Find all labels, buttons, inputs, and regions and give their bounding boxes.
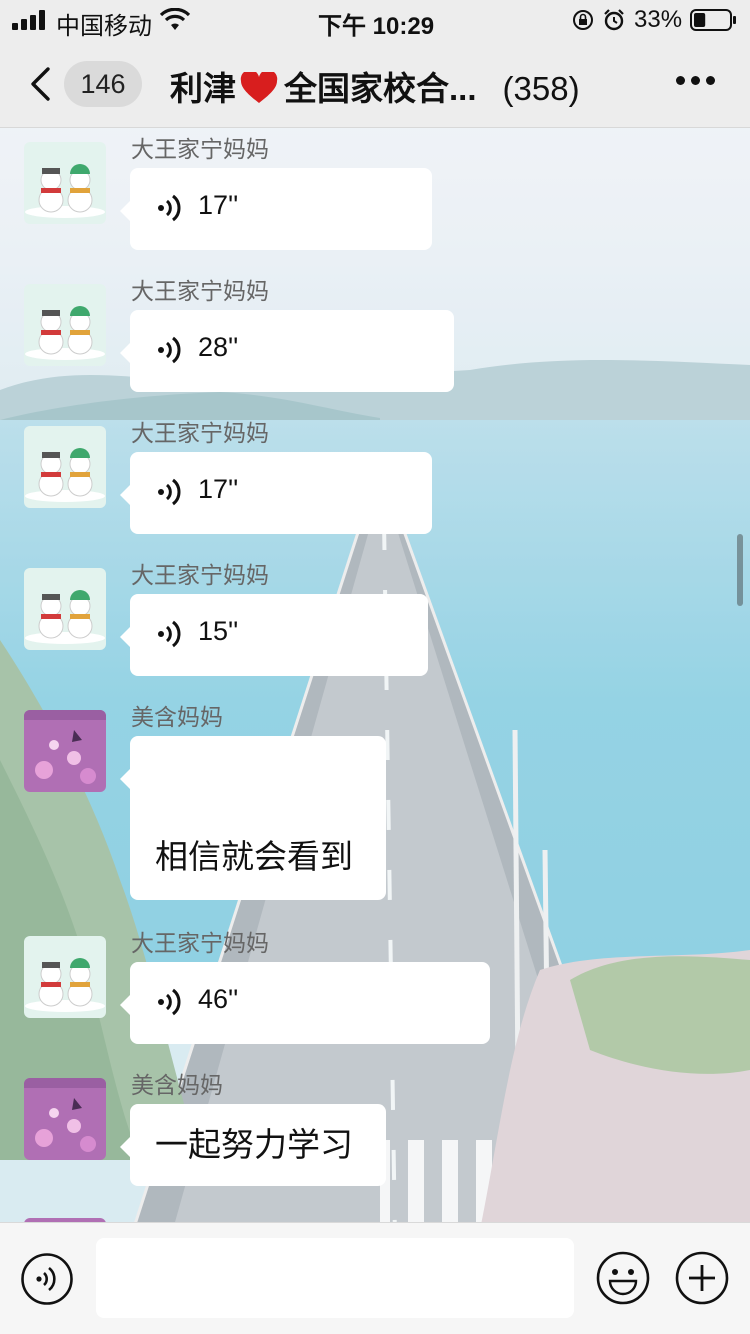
alarm-icon [604,9,624,31]
message-input[interactable] [96,1238,574,1318]
status-bar: 中国移动 下午 10:29 33% [0,0,750,40]
voice-duration: 17'' [198,474,239,504]
voice-message-bubble[interactable]: 28'' [120,310,454,392]
voice-toggle-icon[interactable] [20,1252,74,1306]
wifi-icon [160,8,190,30]
sender-name: 大王家宁妈妈 [131,278,269,304]
carrier-name: 中国移动 [56,13,152,40]
sender-name: 美含妈妈 [131,704,223,730]
emoji-icon[interactable] [595,1250,651,1306]
chat-header: 146 利津 全国家校合... (358) [0,40,750,128]
battery-percent: 33% [634,6,683,33]
voice-message-bubble[interactable]: 17'' [120,452,432,534]
voice-message-bubble[interactable]: 15'' [120,594,428,676]
voice-duration: 28'' [198,332,239,362]
signal-icon [12,10,48,30]
back-icon[interactable] [28,66,54,102]
battery-icon [690,9,736,31]
chat-input-bar [0,1222,750,1334]
voice-message-bubble[interactable]: 46'' [120,962,490,1044]
snowman-avatar[interactable] [24,426,106,508]
sender-name: 大王家宁妈妈 [131,136,269,162]
flower-avatar[interactable] [24,710,106,792]
sender-name: 大王家宁妈妈 [131,562,269,588]
voice-message-bubble[interactable]: 17'' [120,168,432,250]
plus-icon[interactable] [674,1250,730,1306]
member-count: (358) [502,70,580,107]
voice-duration: 46'' [198,984,239,1014]
sender-name: 美含妈妈 [131,1072,223,1098]
message-text: 一起努力学习 [155,1126,353,1163]
chat-title[interactable]: 利津 全国家校合... (358) [170,62,580,110]
voice-message-icon [158,988,181,1016]
clock: 下午 10:29 [318,13,435,40]
voice-message-icon [158,336,181,364]
snowman-avatar[interactable] [24,936,106,1018]
snowman-avatar[interactable] [24,142,106,224]
chat-title-part2: 全国家校合... [284,70,477,107]
scroll-indicator[interactable] [737,534,743,606]
voice-message-icon [158,620,181,648]
snowman-avatar[interactable] [24,284,106,366]
sender-name: 大王家宁妈妈 [131,420,269,446]
flower-avatar[interactable] [24,1078,106,1160]
voice-duration: 15'' [198,616,239,646]
text-message-bubble[interactable]: 相信就会看到 [120,736,386,900]
snowman-avatar[interactable] [24,568,106,650]
voice-message-icon [158,478,181,506]
heart-icon [240,72,278,103]
text-message-bubble[interactable]: 一起努力学习 [120,1104,386,1186]
sender-name: 大王家宁妈妈 [131,930,269,956]
orientation-lock-icon [573,10,593,30]
unread-count-badge[interactable]: 146 [64,61,142,107]
chat-title-part1: 利津 [170,70,236,107]
message-text: 相信就会看到 [155,838,353,875]
voice-duration: 17'' [198,190,239,220]
voice-message-icon [158,194,181,222]
more-icon[interactable] [676,76,716,88]
